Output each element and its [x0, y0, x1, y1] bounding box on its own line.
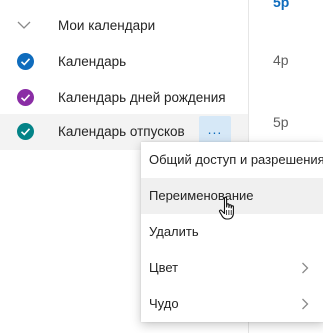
menu-item-sharing-permissions[interactable]: Общий доступ и разрешения — [141, 142, 323, 178]
menu-item-label: Цвет — [149, 260, 179, 275]
calendar-color-check[interactable] — [17, 123, 34, 140]
menu-item-label: Чудо — [149, 296, 179, 311]
menu-item-color[interactable]: Цвет — [141, 250, 323, 286]
calendar-item-label: Календарь — [58, 54, 127, 69]
calendar-color-check[interactable] — [17, 53, 34, 70]
menu-item-label: Общий доступ и разрешения — [149, 152, 323, 167]
hand-pointer-icon — [218, 196, 234, 220]
calendar-app: Мои календари Календарь Календарь дней р… — [0, 0, 323, 333]
more-icon: ... — [207, 121, 223, 137]
chevron-right-icon — [302, 298, 309, 310]
checkmark-icon — [20, 58, 31, 66]
time-label: 4p — [273, 52, 289, 68]
menu-item-label: Удалить — [149, 224, 199, 239]
checkmark-icon — [20, 94, 31, 102]
calendar-context-menu: Общий доступ и разрешения Переименование… — [141, 142, 323, 322]
chevron-down-icon[interactable] — [17, 20, 31, 30]
checkmark-icon — [20, 128, 31, 136]
calendar-item-label: Календарь отпусков — [58, 124, 185, 139]
time-label: 5p — [273, 114, 289, 130]
calendar-item-birthdays[interactable]: Календарь дней рождения — [0, 80, 248, 116]
menu-item-charm[interactable]: Чудо — [141, 286, 323, 322]
my-calendars-group-header[interactable]: Мои календари — [0, 10, 248, 42]
more-options-button[interactable]: ... — [199, 116, 231, 144]
calendar-item-label: Календарь дней рождения — [58, 90, 226, 105]
my-calendars-label: Мои календари — [58, 18, 156, 33]
chevron-right-icon — [302, 262, 309, 274]
calendar-color-check[interactable] — [17, 89, 34, 106]
calendar-item-default[interactable]: Календарь — [0, 44, 248, 80]
time-label: 5p — [273, 0, 290, 10]
